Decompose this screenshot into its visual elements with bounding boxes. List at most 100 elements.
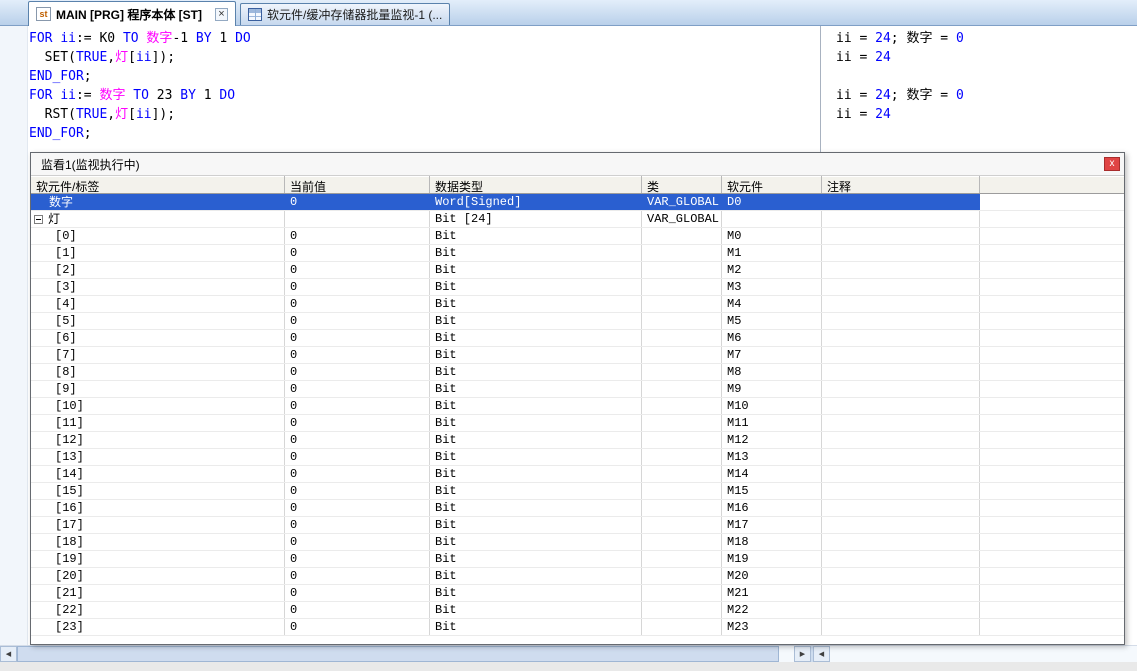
cell-cls	[642, 551, 722, 567]
scroll-track[interactable]	[17, 646, 794, 662]
cell-comment	[822, 364, 980, 380]
cell-value: 0	[285, 313, 430, 329]
cell-filler	[980, 415, 1124, 431]
cell-filler	[980, 517, 1124, 533]
column-header[interactable]: 注释	[822, 176, 980, 193]
cell-label: [6]	[31, 330, 285, 346]
code-token: :=	[76, 88, 99, 103]
cell-cls: VAR_GLOBAL	[642, 211, 722, 227]
label-text: [18]	[55, 535, 84, 549]
tab-device-buffer-monitor[interactable]: 软元件/缓冲存储器批量监视-1 (...	[240, 3, 450, 25]
cell-type: Bit	[430, 313, 642, 329]
watch-row[interactable]: [9]0BitM9	[31, 381, 1124, 398]
cell-filler	[980, 228, 1124, 244]
watch-row[interactable]: 灯Bit [24]VAR_GLOBAL	[31, 211, 1124, 228]
code-token: ,	[107, 50, 115, 65]
watch-row[interactable]: [22]0BitM22	[31, 602, 1124, 619]
cell-cls	[642, 585, 722, 601]
watch-row[interactable]: [19]0BitM19	[31, 551, 1124, 568]
code-line: FOR ii:= K0 TO 数字-1 BY 1 DO	[29, 29, 819, 48]
watch-row[interactable]: [5]0BitM5	[31, 313, 1124, 330]
watch-row[interactable]: [14]0BitM14	[31, 466, 1124, 483]
watch-row[interactable]: 数字0Word[Signed]VAR_GLOBALD0	[31, 194, 1124, 211]
cell-label: [8]	[31, 364, 285, 380]
column-header[interactable]: 软元件/标签	[31, 176, 285, 193]
watch-row[interactable]: [10]0BitM10	[31, 398, 1124, 415]
cell-type: Bit	[430, 534, 642, 550]
cell-value	[285, 211, 430, 227]
cell-device: M13	[722, 449, 822, 465]
column-header[interactable]: 当前值	[285, 176, 430, 193]
label-text: [4]	[55, 297, 77, 311]
cell-comment	[822, 517, 980, 533]
cell-cls	[642, 381, 722, 397]
watch-row[interactable]: [11]0BitM11	[31, 415, 1124, 432]
cell-comment	[822, 466, 980, 482]
column-header[interactable]: 软元件	[722, 176, 822, 193]
cell-label: [17]	[31, 517, 285, 533]
watch-row[interactable]: [1]0BitM1	[31, 245, 1124, 262]
cell-device: M20	[722, 568, 822, 584]
column-header[interactable]: 类	[642, 176, 722, 193]
cell-comment	[822, 330, 980, 346]
watch-row[interactable]: [17]0BitM17	[31, 517, 1124, 534]
scroll-left-icon[interactable]: ◀	[813, 646, 830, 662]
cell-device: M15	[722, 483, 822, 499]
collapse-icon[interactable]	[34, 215, 43, 224]
watch-row[interactable]: [8]0BitM8	[31, 364, 1124, 381]
code-token: 0	[956, 31, 964, 46]
column-header[interactable]: 数据类型	[430, 176, 642, 193]
tab-main-prg-st[interactable]: st MAIN [PRG] 程序本体 [ST] ×	[28, 1, 236, 26]
tab-label: MAIN [PRG] 程序本体 [ST]	[56, 6, 202, 23]
watch-row[interactable]: [6]0BitM6	[31, 330, 1124, 347]
watch-row[interactable]: [13]0BitM13	[31, 449, 1124, 466]
code-token: ii =	[836, 107, 875, 122]
cell-device: M16	[722, 500, 822, 516]
code-token: BY	[180, 88, 196, 103]
code-token: ; 数字 =	[891, 88, 956, 103]
monitor-hscrollbar[interactable]: ◀	[813, 645, 1137, 662]
cell-type: Bit	[430, 432, 642, 448]
cell-type: Bit	[430, 551, 642, 567]
cell-label: [22]	[31, 602, 285, 618]
cell-type: Bit [24]	[430, 211, 642, 227]
watch-row[interactable]: [12]0BitM12	[31, 432, 1124, 449]
tab-close-icon[interactable]: ×	[215, 8, 228, 21]
watch-row[interactable]: [2]0BitM2	[31, 262, 1124, 279]
scroll-left-icon[interactable]: ◀	[0, 646, 17, 662]
cell-device: M1	[722, 245, 822, 261]
scroll-thumb[interactable]	[17, 646, 779, 662]
cell-label: [7]	[31, 347, 285, 363]
cell-value: 0	[285, 551, 430, 567]
watch-row[interactable]: [20]0BitM20	[31, 568, 1124, 585]
watch-row[interactable]: [18]0BitM18	[31, 534, 1124, 551]
cell-label: [16]	[31, 500, 285, 516]
cell-label: [1]	[31, 245, 285, 261]
watch-row[interactable]: [7]0BitM7	[31, 347, 1124, 364]
scroll-right-icon[interactable]: ▶	[794, 646, 811, 662]
cell-type: Bit	[430, 602, 642, 618]
editor-hscrollbar[interactable]: ◀ ▶	[0, 645, 811, 662]
watch-row[interactable]: [15]0BitM15	[31, 483, 1124, 500]
code-token: TO	[133, 88, 149, 103]
cell-label: [2]	[31, 262, 285, 278]
cell-label: [12]	[31, 432, 285, 448]
watch-close-button[interactable]: x	[1104, 157, 1120, 171]
watch-row[interactable]: [23]0BitM23	[31, 619, 1124, 636]
code-token: 1	[196, 88, 219, 103]
cell-filler	[980, 381, 1124, 397]
watch-row[interactable]: [3]0BitM3	[31, 279, 1124, 296]
watch-title: 监看1(监视执行中)	[41, 156, 140, 173]
scroll-track[interactable]	[830, 646, 1137, 662]
watch-row[interactable]: [4]0BitM4	[31, 296, 1124, 313]
label-text: [12]	[55, 433, 84, 447]
cell-filler	[980, 432, 1124, 448]
code-lines[interactable]: FOR ii:= K0 TO 数字-1 BY 1 DO SET(TRUE,灯[i…	[29, 29, 819, 143]
cell-cls	[642, 245, 722, 261]
cell-device: D0	[722, 194, 822, 210]
watch-row[interactable]: [0]0BitM0	[31, 228, 1124, 245]
watch-row[interactable]: [21]0BitM21	[31, 585, 1124, 602]
watch-title-bar[interactable]: 监看1(监视执行中) x	[31, 153, 1124, 176]
watch-row[interactable]: [16]0BitM16	[31, 500, 1124, 517]
cell-cls	[642, 313, 722, 329]
